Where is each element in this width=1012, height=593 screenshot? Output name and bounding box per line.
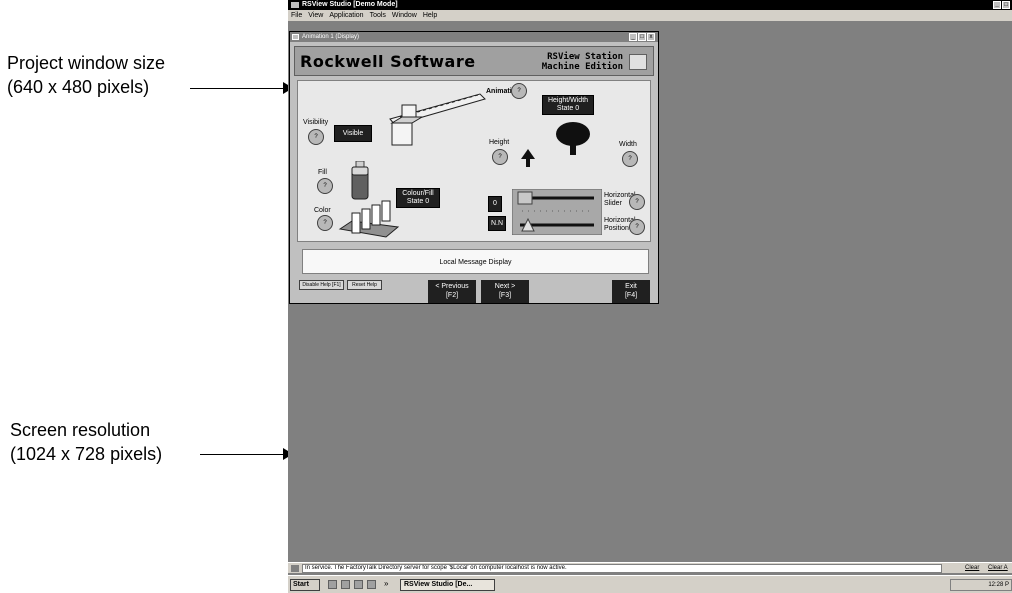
product-logo-icon <box>629 54 647 70</box>
app-window-controls: _ □ <box>993 1 1010 9</box>
screen-resolution-arrow-line <box>200 454 284 455</box>
app-title-bar[interactable]: RSView Studio [Demo Mode] _ □ <box>288 0 1012 10</box>
visibility-help-icon[interactable]: ? <box>308 129 324 145</box>
color-help-icon[interactable]: ? <box>317 215 333 231</box>
display-title-bar[interactable]: Animation 1 (Display) _ □ x <box>290 32 658 42</box>
height-width-state-button[interactable]: Height/Width State 0 <box>542 95 594 115</box>
taskbar-rsview-studio[interactable]: RSView Studio [De... <box>400 579 495 591</box>
status-pin-icon <box>291 565 299 572</box>
colour-fill-state-line1: Colour/Fill <box>402 190 434 197</box>
display-minimize-button[interactable]: _ <box>629 33 637 41</box>
conveyor-icon <box>389 93 486 146</box>
next-button-key: [F3] <box>498 292 512 299</box>
horizontal-slider-help-icon[interactable]: ? <box>629 194 645 210</box>
product-name-line1: RSView Station <box>547 52 623 62</box>
next-button[interactable]: Next > [F3] <box>481 280 529 303</box>
project-window-annotation-line1: Project window size <box>7 53 166 73</box>
tanks-icon <box>338 200 400 238</box>
fill-label: Fill <box>318 169 327 176</box>
clear-all-button[interactable]: Clear A <box>988 564 1008 573</box>
system-tray: 12:28 P <box>950 579 1012 591</box>
next-button-label: Next > <box>494 283 516 290</box>
height-width-state-line2: State 0 <box>556 105 580 112</box>
app-maximize-button[interactable]: □ <box>1002 1 1010 9</box>
fill-help-icon[interactable]: ? <box>317 178 333 194</box>
bottle-icon <box>351 161 369 200</box>
screen-resolution-annotation-line1: Screen resolution <box>10 420 151 440</box>
exit-button-key: [F4] <box>624 292 638 299</box>
app-icon <box>291 2 299 8</box>
display-title: Animation 1 (Display) <box>302 34 360 40</box>
width-label: Width <box>619 141 637 148</box>
project-window-annotation-line2: (640 x 480 pixels) <box>7 77 150 97</box>
display-window-controls: _ □ x <box>629 33 655 41</box>
menu-file[interactable]: File <box>291 10 302 21</box>
screen-resolution-annotation: Screen resolution (1024 x 728 pixels) <box>10 418 162 466</box>
quicklaunch-browser-icon[interactable] <box>341 580 350 589</box>
display-window: Animation 1 (Display) _ □ x Rockwell Sof… <box>289 31 659 304</box>
diagnostics-status-bar: In service. The FactoryTalk Directory se… <box>288 562 1012 573</box>
app-title: RSView Studio [Demo Mode] <box>302 1 398 8</box>
brand-name: Rockwell Software <box>300 52 476 71</box>
horizontal-position-help-icon[interactable]: ? <box>629 219 645 235</box>
height-label: Height <box>489 139 510 146</box>
horizontal-slider-label-line2: Slider <box>604 200 622 207</box>
horizontal-slider-control[interactable] <box>512 189 602 235</box>
local-message-display: Local Message Display <box>302 249 649 274</box>
animation-panel: Animation ? Visibility ? Visible Height/… <box>297 80 651 242</box>
screen-resolution-annotation-line2: (1024 x 728 pixels) <box>10 444 163 464</box>
tree-icon <box>556 122 590 155</box>
color-label: Color <box>314 207 331 214</box>
colour-fill-state-button[interactable]: Colour/Fill State 0 <box>396 188 440 208</box>
display-close-button[interactable]: x <box>647 33 655 41</box>
animation-help-icon[interactable]: ? <box>511 83 527 99</box>
quicklaunch-app-icon[interactable] <box>367 580 376 589</box>
product-name-line2: Machine Edition <box>541 62 623 72</box>
height-help-icon[interactable]: ? <box>492 149 508 165</box>
reset-help-button[interactable]: Reset Help <box>347 280 382 290</box>
brand-banner: Rockwell Software RSView Station Machine… <box>294 46 654 76</box>
menu-help[interactable]: Help <box>423 10 437 21</box>
taskbar: Start » RSView Studio [De... 12:28 P <box>288 575 1012 593</box>
numeric-input[interactable]: 0 <box>488 196 502 212</box>
disable-help-button[interactable]: Disable Help [F1] <box>299 280 344 290</box>
colour-fill-state-line2: State 0 <box>406 198 430 205</box>
horizontal-position-label-line2: Position <box>604 225 629 232</box>
numeric-display: N.N <box>488 216 506 231</box>
menu-application[interactable]: Application <box>329 10 363 21</box>
previous-button-key: [F2] <box>445 292 459 299</box>
tray-clock: 12:28 P <box>988 582 1009 588</box>
exit-button[interactable]: Exit [F4] <box>612 280 650 303</box>
previous-button[interactable]: < Previous [F2] <box>428 280 476 303</box>
exit-button-label: Exit <box>625 283 637 290</box>
visible-button[interactable]: Visible <box>334 125 372 142</box>
start-button[interactable]: Start <box>290 579 320 591</box>
product-name: RSView Station Machine Edition <box>542 52 623 72</box>
screen: RSView Studio [Demo Mode] _ □ File View … <box>288 0 1012 593</box>
width-help-icon[interactable]: ? <box>622 151 638 167</box>
quicklaunch-more-icon[interactable]: » <box>384 579 388 588</box>
app-minimize-button[interactable]: _ <box>993 1 1001 9</box>
menu-view[interactable]: View <box>308 10 323 21</box>
visibility-label: Visibility <box>303 119 329 126</box>
display-maximize-button[interactable]: □ <box>638 33 646 41</box>
quicklaunch-desktop-icon[interactable] <box>328 580 337 589</box>
status-message: In service. The FactoryTalk Directory se… <box>302 564 942 573</box>
arrow-up-icon <box>521 149 535 167</box>
menu-bar: File View Application Tools Window Help <box>288 10 1012 21</box>
display-icon <box>292 34 299 40</box>
clear-button[interactable]: Clear <box>965 564 979 573</box>
project-window-annotation: Project window size (640 x 480 pixels) <box>7 51 165 99</box>
menu-window[interactable]: Window <box>392 10 417 21</box>
menu-tools[interactable]: Tools <box>370 10 386 21</box>
height-width-state-line1: Height/Width <box>547 97 589 104</box>
quicklaunch-explorer-icon[interactable] <box>354 580 363 589</box>
project-window-arrow-line <box>190 88 284 89</box>
previous-button-label: < Previous <box>435 283 469 290</box>
